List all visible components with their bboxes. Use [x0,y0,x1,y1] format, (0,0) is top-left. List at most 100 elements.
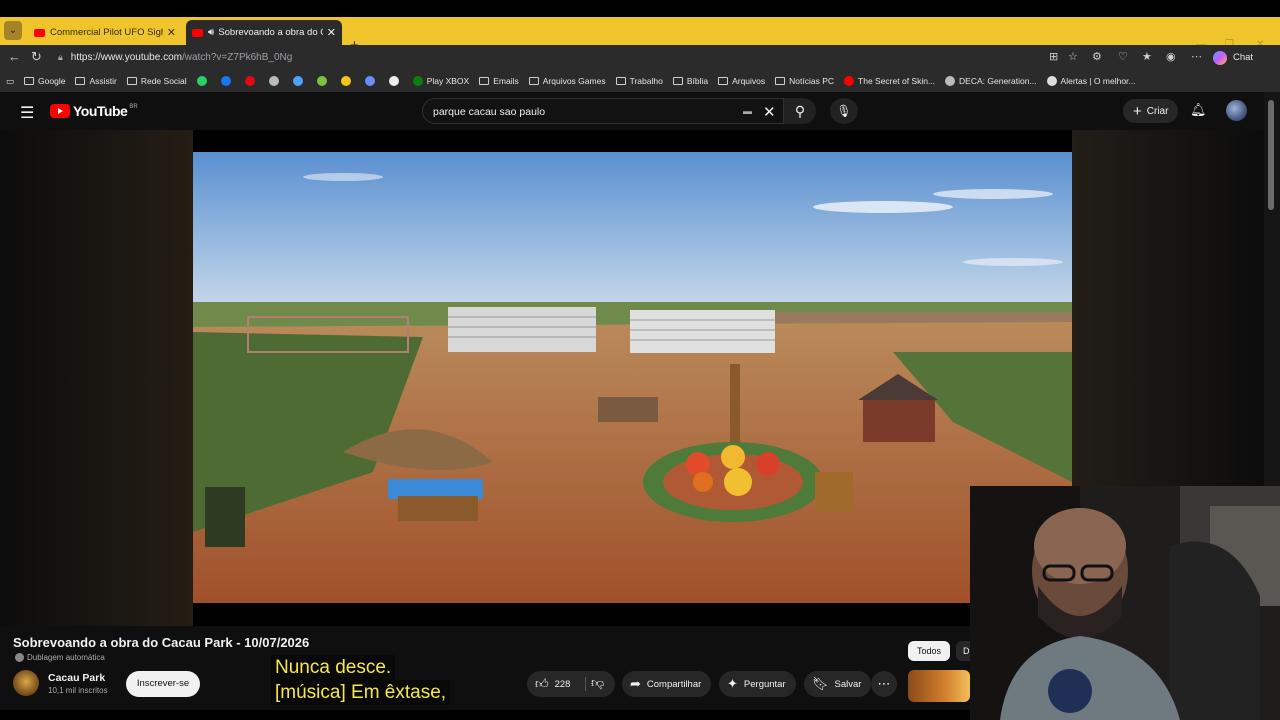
copilot-chat-button[interactable]: Chat [1213,48,1253,67]
reading-list-icon[interactable]: ▭ [6,76,14,87]
tab-title: Sobrevoando a obra do Cacau [218,27,322,38]
channel-name[interactable]: Cacau Park [48,672,105,684]
recommended-video-thumbnail[interactable] [908,670,970,702]
wallet-icon [340,76,351,86]
like-count[interactable]: 228 [555,679,571,690]
video-frame[interactable] [193,130,1072,626]
youtube-favicon-icon [34,28,45,37]
bookmark-item[interactable] [292,76,307,86]
scrollbar-thumb[interactable] [1268,100,1274,210]
folder-icon [75,77,86,85]
bookmark-item[interactable] [244,76,259,86]
search-icon: ⚲ [794,103,806,119]
bookmark-item[interactable]: Emails [479,76,519,86]
profile-icon[interactable]: ◉ [1166,50,1176,63]
channel-avatar[interactable] [13,670,39,696]
keyboard-icon[interactable]: ▬ [743,106,752,116]
like-icon[interactable]: 👍︎ [535,676,549,692]
share-button[interactable]: ➦ Compartilhar [622,671,712,697]
folder-icon [775,77,786,85]
url-text: https://www.youtube.com/watch?v=Z7Pk6hB_… [71,52,293,63]
folder-icon [528,77,539,85]
folder-icon [672,77,683,85]
url-field[interactable]: 🔒︎ https://www.youtube.com/watch?v=Z7Pk6… [52,48,1054,67]
more-actions-button[interactable]: ⋯ [871,671,897,697]
search-box[interactable]: parque cacau sao paulo ▬ ✕ [422,98,784,124]
account-avatar[interactable] [1226,100,1247,121]
dub-label: Dublagem automática [27,653,105,662]
tab-sobrevoando[interactable]: 🔊︎ Sobrevoando a obra do Cacau ✕ [186,20,342,45]
s-icon [388,76,399,86]
auto-dub-indicator: Dublagem automática [15,653,105,662]
alert-icon [1046,76,1057,86]
bookmark-label: Alertas | O melhor... [1060,76,1136,86]
voice-search-button[interactable]: 🎙︎ [830,98,858,124]
filter-chip-all[interactable]: Todos [908,641,950,661]
bookmark-item[interactable]: The Secret of Skin... [844,76,935,86]
android-icon [316,76,327,86]
create-button[interactable]: + Criar [1123,99,1179,123]
bookmark-item[interactable]: Assistir [75,76,117,86]
ask-label: Perguntar [743,678,786,690]
bookmark-item[interactable]: DECA: Generation... [945,76,1037,86]
bookmark-item[interactable]: Arquivos Games [528,76,606,86]
notifications-bell-icon[interactable]: 🔔︎ [1190,102,1207,118]
site-info-icon[interactable]: 🔒︎ [58,52,63,63]
tab-close-icon[interactable]: ✕ [327,26,336,39]
extensions-icon[interactable]: ⚙ [1092,50,1102,63]
back-icon[interactable]: ← [8,49,21,64]
favorite-star-icon[interactable]: ☆ [1068,50,1078,63]
favorites-icon[interactable]: ★ [1142,50,1152,63]
url-path: /watch?v=Z7Pk6hB_0Ng [181,52,293,63]
dislike-icon[interactable]: 👎︎ [591,675,604,691]
folder-icon [479,77,490,85]
app-available-icon[interactable]: ⊞ [1049,50,1058,63]
reload-icon[interactable]: ↻ [31,49,42,65]
bookmark-item[interactable]: Trabalho [615,76,663,86]
bookmark-item[interactable]: Google [24,76,65,86]
ai-icon [292,76,303,86]
more-options-icon[interactable]: ⋯ [1191,50,1202,63]
bookmark-item[interactable]: Arquivos [718,76,765,86]
subscribe-button[interactable]: Inscrever-se [126,671,200,697]
search-button[interactable]: ⚲ [784,98,816,124]
url-host: https://www.youtube.com [70,52,182,63]
bookmark-item[interactable]: Rede Social [126,76,187,86]
youtube-logo[interactable]: YouTube BR [50,103,138,119]
browser-essentials-icon[interactable]: ♡ [1118,50,1128,63]
ask-button[interactable]: ✦ Perguntar [719,671,796,697]
address-bar: ← ↻ 🔒︎ https://www.youtube.com/watch?v=Z… [0,45,1280,70]
tab-actions-menu-icon[interactable]: ⌄ [4,21,22,40]
clear-search-icon[interactable]: ✕ [763,103,776,121]
aerial-construction-scene [193,152,1072,603]
search-input[interactable]: parque cacau sao paulo [433,106,545,118]
bookmark-label: Google [38,76,66,86]
bookmark-item[interactable] [340,76,355,86]
youtube-favicon-icon [192,28,203,37]
bookmark-item[interactable]: Play XBOX [412,76,469,86]
chart-icon [364,76,375,86]
bookmark-item[interactable]: Bíblia [672,76,708,86]
tab-close-icon[interactable]: ✕ [167,26,176,39]
screen-bottom-bar [0,710,970,720]
webcam-person-image [970,486,1280,720]
menu-icon[interactable]: ☰ [20,103,34,123]
bookmark-item[interactable] [364,76,379,86]
bookmark-item[interactable] [388,76,403,86]
bookmark-label: DECA: Generation... [959,76,1037,86]
bookmark-item[interactable]: Alertas | O melhor... [1046,76,1136,86]
youtube-header: ☰ YouTube BR parque cacau sao paulo ▬ ✕ … [0,92,1264,130]
bookmark-item[interactable] [196,76,211,86]
bookmark-item[interactable] [316,76,331,86]
folder-icon [24,77,35,85]
tab-commercial-pilot[interactable]: Commercial Pilot UFO Sightings (Det ✕ [28,20,182,45]
bookmark-item[interactable]: Notícias PC [775,76,834,86]
bookmark-item[interactable] [220,76,235,86]
save-button[interactable]: 🔖︎ Salvar [804,671,872,697]
video-captions: Nunca desce. [música] Em êxtase, [271,655,451,705]
speaker-icon[interactable]: 🔊︎ [208,27,214,38]
webcam-overlay [970,486,1280,720]
bookmark-item[interactable] [268,76,283,86]
video-title: Sobrevoando a obra do Cacau Park - 10/07… [13,635,310,650]
messenger-icon [220,76,231,86]
